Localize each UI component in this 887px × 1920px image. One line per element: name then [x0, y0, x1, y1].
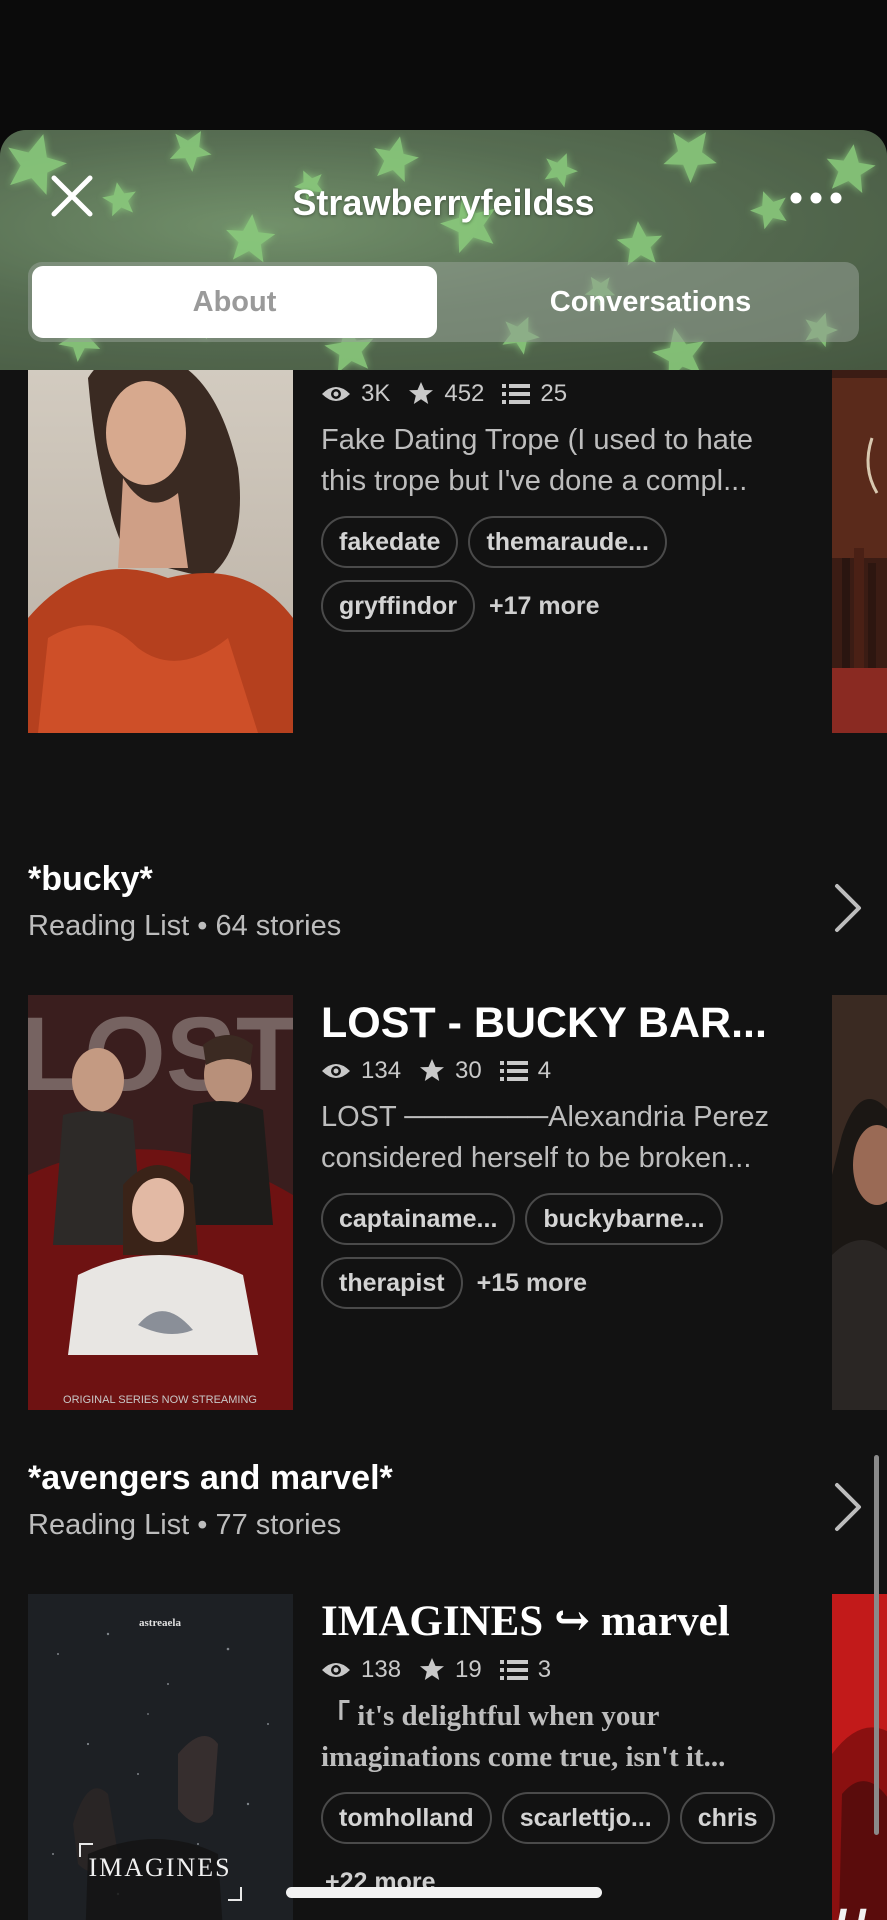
parts-count: 4 — [537, 1057, 552, 1084]
parts-stat: 25 — [502, 380, 567, 408]
votes-stat: 19 — [419, 1656, 482, 1684]
story-cover[interactable]: astreaela IMAGINES — [28, 1594, 293, 1920]
cover-title-text: LOST — [28, 996, 293, 1113]
reads-stat: 134 — [321, 1057, 401, 1085]
reads-stat: 3K — [321, 380, 390, 408]
cover-image — [28, 370, 293, 733]
story-tags: captainame... buckybarne... therapist +1… — [321, 1193, 791, 1309]
more-tags-link[interactable]: +15 more — [473, 1257, 588, 1309]
story-description: Fake Dating Trope (I used to hate this t… — [321, 424, 754, 497]
votes-count: 30 — [455, 1057, 482, 1084]
star-icon — [420, 1059, 445, 1081]
tag-chip[interactable]: fakedate — [321, 516, 459, 568]
eye-icon — [322, 1064, 350, 1078]
more-options-button[interactable] — [787, 186, 845, 210]
parts-count: 3 — [537, 1656, 552, 1683]
reading-list-name: *bucky* — [28, 860, 153, 898]
reads-count: 134 — [361, 1057, 402, 1084]
parts-count: 25 — [540, 380, 568, 407]
reading-list-name: *avengers and marvel* — [28, 1459, 393, 1497]
tab-about[interactable]: About — [32, 266, 437, 338]
story-info: IMAGINES ↪ marvel 138 19 3 「 it's deligh… — [321, 1594, 781, 1908]
next-story-peek[interactable] — [832, 995, 887, 1410]
svg-text:H: H — [834, 1900, 867, 1920]
profile-tabs: About Conversations — [28, 262, 859, 342]
star-icon — [409, 382, 434, 404]
cover-caption: ORIGINAL SERIES NOW STREAMING — [63, 1394, 257, 1406]
reads-count: 138 — [361, 1656, 402, 1683]
tag-chip[interactable]: buckybarne... — [525, 1193, 723, 1245]
next-story-peek[interactable] — [832, 370, 887, 733]
cover-image: LOST ORIGINAL SERIES NOW STREAMING — [28, 995, 293, 1410]
tag-chip[interactable]: therapist — [321, 1257, 463, 1309]
eye-icon — [322, 1663, 350, 1677]
story-card[interactable]: astreaela IMAGINES IMAGINES ↪ marvel 138 — [0, 1594, 887, 1920]
cover-title-text: IMAGINES — [88, 1853, 231, 1882]
tag-chip[interactable]: tomholland — [321, 1792, 492, 1844]
chevron-right-icon — [835, 1483, 861, 1531]
story-card[interactable]: LOST ORIGINAL SERIES NOW STREAMING LOST … — [0, 995, 887, 1410]
story-stats: 134 30 4 — [321, 1051, 781, 1091]
story-info: 3K 452 25 Fake Dating Trope (I used to h… — [321, 370, 781, 632]
scrollbar[interactable] — [874, 1455, 879, 1835]
tab-conversations[interactable]: Conversations — [448, 266, 853, 338]
reading-lists-feed: 3K 452 25 Fake Dating Trope (I used to h… — [0, 370, 887, 1920]
cover-image: astreaela IMAGINES — [28, 1594, 293, 1920]
votes-count: 19 — [455, 1656, 482, 1683]
chevron-right-icon — [835, 884, 861, 932]
profile-sheet: Strawberryfeildss About Conversations 3K… — [0, 130, 887, 1920]
status-bar-area — [0, 0, 887, 130]
list-icon — [499, 1660, 528, 1680]
reading-list-header[interactable]: *bucky* Reading List • 64 stories — [0, 860, 887, 970]
star-icon — [420, 1658, 445, 1680]
tag-chip[interactable]: gryffindor — [321, 580, 476, 632]
cover-author: astreaela — [139, 1617, 181, 1629]
story-stats: 138 19 3 — [321, 1650, 781, 1690]
list-icon — [499, 1061, 528, 1081]
more-tags-link[interactable]: +17 more — [485, 580, 600, 632]
tag-chip[interactable]: chris — [679, 1792, 776, 1844]
story-description: LOST ───────Alexandria Perez considered … — [321, 1101, 769, 1174]
peek-cover-image — [832, 995, 887, 1410]
votes-stat: 452 — [408, 380, 484, 408]
parts-stat: 4 — [499, 1057, 552, 1085]
story-info: LOST - BUCKY BAR... 134 30 4 LOST ──────… — [321, 995, 781, 1309]
tag-chip[interactable]: captainame... — [321, 1193, 516, 1245]
tag-chip[interactable]: themaraude... — [468, 516, 668, 568]
profile-header: Strawberryfeildss About Conversations — [0, 130, 887, 370]
story-cover[interactable] — [28, 370, 293, 733]
reading-list-meta: Reading List • 64 stories — [28, 910, 342, 942]
story-cover[interactable]: LOST ORIGINAL SERIES NOW STREAMING — [28, 995, 293, 1410]
story-title: LOST - BUCKY BAR... — [321, 999, 767, 1047]
parts-stat: 3 — [499, 1656, 552, 1684]
votes-stat: 30 — [419, 1057, 482, 1085]
eye-icon — [322, 387, 350, 401]
more-tags-link[interactable]: +22 more — [321, 1856, 436, 1908]
reads-stat: 138 — [321, 1656, 401, 1684]
peek-cover-image — [832, 370, 887, 733]
profile-username: Strawberryfeildss — [292, 182, 595, 223]
reading-list-meta: Reading List • 77 stories — [28, 1509, 342, 1541]
more-horizontal-icon — [790, 192, 842, 204]
home-indicator[interactable] — [286, 1887, 602, 1898]
story-title: IMAGINES ↪ marvel — [321, 1598, 730, 1645]
list-icon — [502, 384, 531, 404]
reading-list-header[interactable]: *avengers and marvel* Reading List • 77 … — [0, 1459, 887, 1569]
story-description: 「 it's delightful when your imaginations… — [321, 1700, 726, 1773]
reads-count: 3K — [361, 380, 391, 407]
story-stats: 3K 452 25 — [321, 374, 781, 414]
tag-chip[interactable]: scarlettjo... — [501, 1792, 670, 1844]
votes-count: 452 — [444, 380, 485, 407]
story-tags: fakedate themaraude... gryffindor +17 mo… — [321, 516, 791, 632]
story-card[interactable]: 3K 452 25 Fake Dating Trope (I used to h… — [0, 370, 887, 733]
